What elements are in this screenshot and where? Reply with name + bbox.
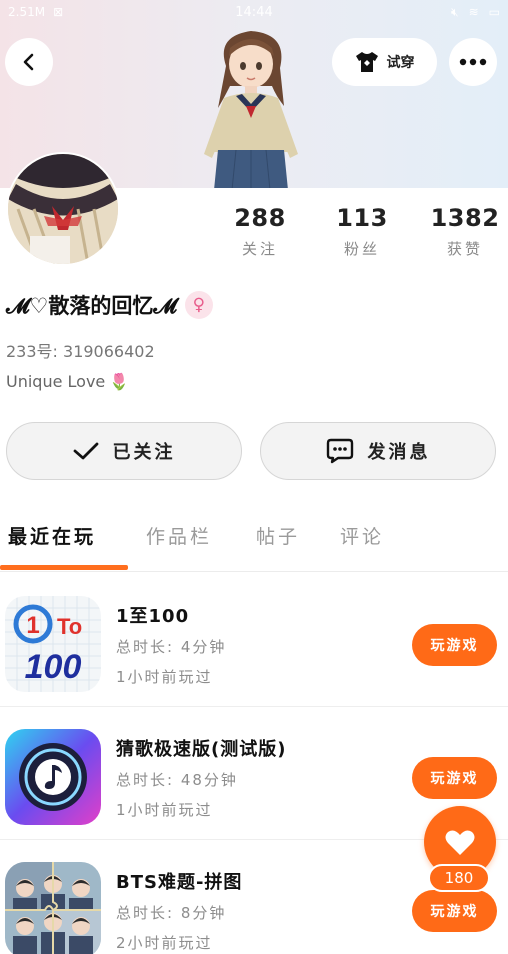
bio: Unique Love 🌷: [6, 372, 129, 391]
puzzle-icon: [5, 862, 101, 954]
list-item[interactable]: 1 To 100 1至100 总时长: 4分钟 1小时前玩过 玩游戏: [0, 574, 508, 707]
chevron-left-icon: [23, 53, 34, 71]
stat-value: 288: [234, 204, 286, 232]
back-button[interactable]: [5, 38, 53, 86]
svg-text:1: 1: [26, 612, 39, 639]
username: 𝓜♡散落的回忆𝓜: [6, 294, 177, 318]
try-on-label: 试穿: [386, 55, 415, 71]
music-note-icon: [5, 729, 101, 825]
stat-value: 113: [336, 204, 388, 232]
more-dots-icon: [459, 58, 487, 66]
checkmark-icon: [73, 442, 98, 460]
tulip-icon: 🌷: [109, 372, 130, 391]
heart-icon: [445, 830, 475, 855]
following-button[interactable]: 已关注: [6, 422, 242, 480]
user-id: 233号: 319066402: [6, 342, 155, 361]
stat-followers[interactable]: 113 粉丝: [312, 204, 412, 259]
tab-comments[interactable]: 评论: [340, 522, 384, 549]
more-options-button[interactable]: [449, 38, 497, 86]
play-game-button[interactable]: 玩游戏: [412, 624, 497, 666]
stat-label: 粉丝: [343, 240, 380, 258]
stat-value: 1382: [430, 204, 500, 232]
1to100-icon: 1 To 100: [5, 596, 101, 692]
avatar-image: [8, 154, 118, 264]
game-playtime: 总时长: 4分钟: [116, 638, 227, 656]
game-title: 猜歌极速版(测试版): [116, 739, 287, 760]
like-count: 180: [428, 864, 490, 892]
game-title: 1至100: [116, 606, 190, 627]
svg-text:100: 100: [25, 648, 82, 686]
female-gender-icon: ♀: [184, 291, 213, 319]
play-game-button[interactable]: 玩游戏: [412, 757, 497, 799]
game-last-played: 2小时前玩过: [116, 934, 213, 952]
recently-played-list: 1 To 100 1至100 总时长: 4分钟 1小时前玩过 玩游戏 猜歌极速版…: [0, 574, 508, 954]
tab-recently-played[interactable]: 最近在玩: [8, 522, 96, 549]
stat-likes[interactable]: 1382 获赞: [415, 204, 508, 259]
send-message-label: 发消息: [367, 442, 431, 463]
try-on-button[interactable]: 试穿: [332, 38, 437, 86]
avatar[interactable]: [6, 152, 120, 266]
svg-text:To: To: [57, 614, 82, 639]
game-playtime: 总时长: 48分钟: [116, 771, 238, 789]
game-last-played: 1小时前玩过: [116, 668, 213, 686]
stat-label: 获赞: [446, 240, 483, 258]
send-message-button[interactable]: 发消息: [260, 422, 496, 480]
tab-posts[interactable]: 帖子: [256, 522, 300, 549]
play-game-button[interactable]: 玩游戏: [412, 890, 497, 932]
game-playtime: 总时长: 8分钟: [116, 904, 227, 922]
profile-tabs: 最近在玩 作品栏 帖子 评论: [0, 512, 508, 572]
game-last-played: 1小时前玩过: [116, 801, 213, 819]
bio-text: Unique Love: [6, 372, 106, 391]
active-tab-indicator: [0, 565, 128, 570]
chat-bubble-icon: [326, 438, 353, 464]
game-title: BTS难题-拼图: [116, 872, 243, 893]
avatar-character-illustration: [204, 31, 298, 190]
tab-works[interactable]: 作品栏: [146, 522, 212, 549]
following-label: 已关注: [112, 442, 176, 463]
stat-following[interactable]: 288 关注: [210, 204, 310, 259]
username-row: 𝓜♡散落的回忆𝓜 ♀: [6, 290, 213, 320]
tshirt-icon: [355, 52, 378, 72]
clock: 14:44: [235, 4, 273, 20]
status-bar: 2.51M ⊠ 14:44 🔇︎ ≋ ▭: [0, 0, 508, 24]
stat-label: 关注: [241, 240, 278, 258]
